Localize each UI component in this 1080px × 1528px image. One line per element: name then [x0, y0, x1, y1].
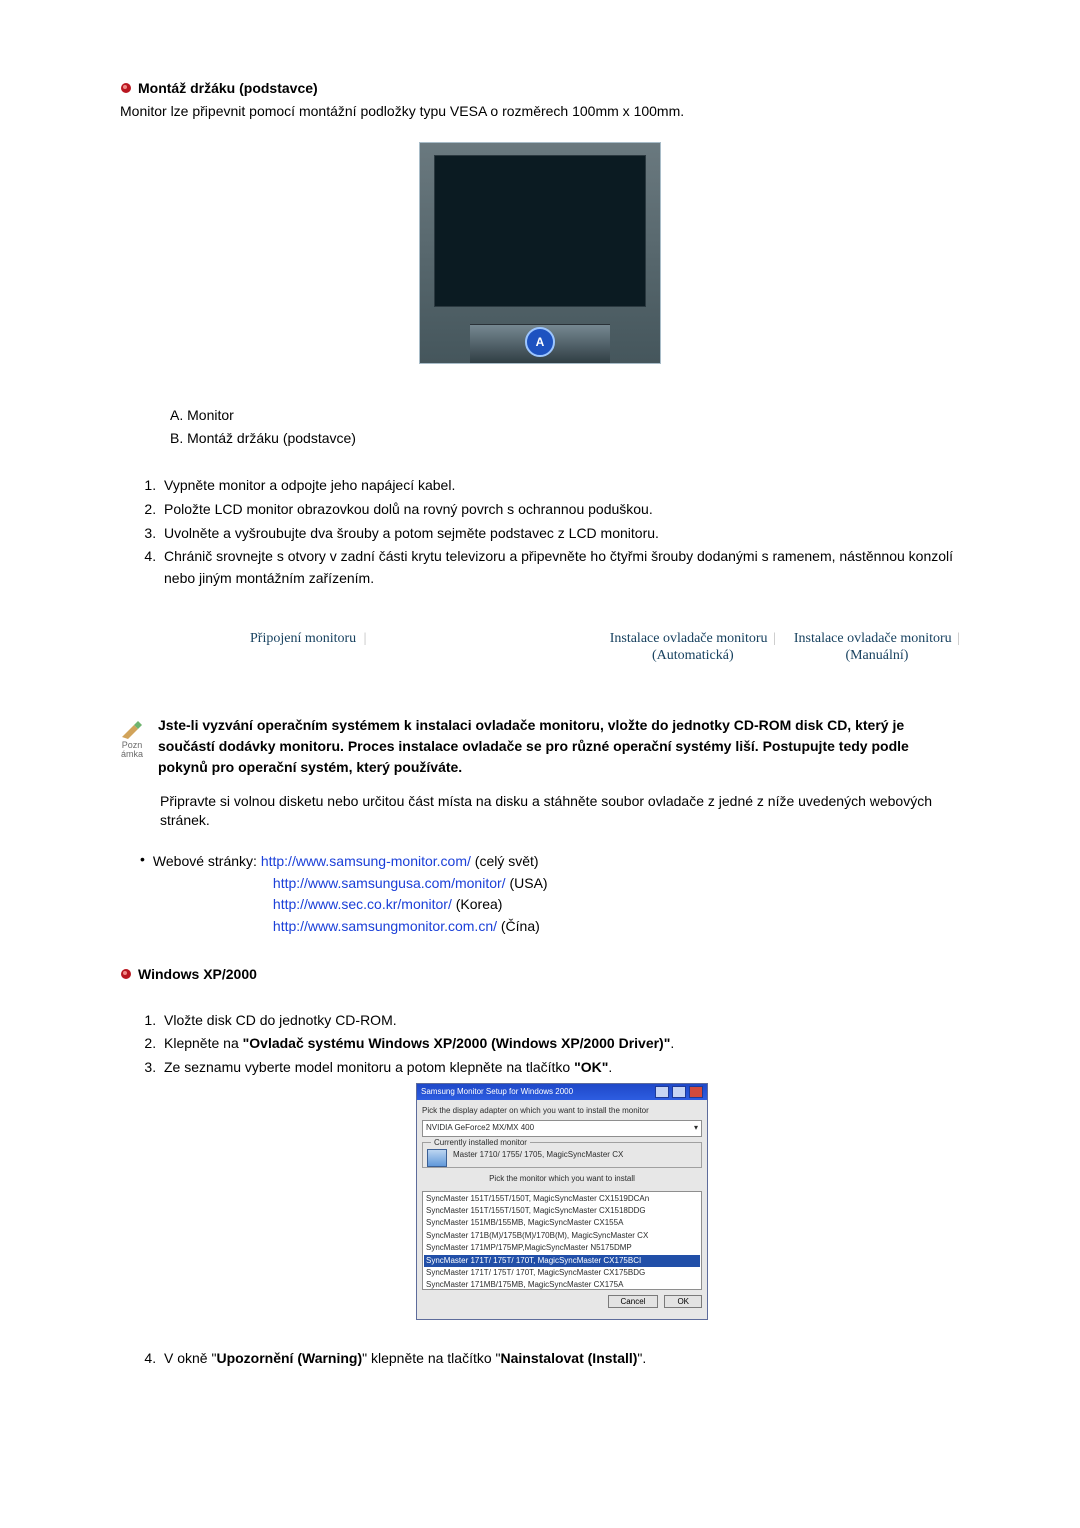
note-row: Pozn ámka Jste-li vyzvání operačním syst… [120, 715, 960, 778]
installer-title: Samsung Monitor Setup for Windows 2000 [421, 1086, 573, 1098]
mount-step-4: Chránič srovnejte s otvory v zadní části… [160, 546, 960, 589]
weblink-3-suffix: (Korea) [456, 896, 503, 912]
currently-installed-text: Master 1710/ 1755/ 1705, MagicSyncMaster… [453, 1150, 623, 1159]
mount-step-3: Uvolněte a vyšroubujte dva šrouby a poto… [160, 523, 960, 545]
note-label: Pozn ámka [120, 741, 144, 760]
monitor-list[interactable]: SyncMaster 151T/155T/150T, MagicSyncMast… [422, 1191, 702, 1290]
list-item[interactable]: SyncMaster 151MB/155MB, MagicSyncMaster … [424, 1217, 700, 1229]
windows-step-1: Vložte disk CD do jednotky CD-ROM. [160, 1010, 960, 1032]
monitor-stand: A [470, 324, 610, 363]
section-heading-mount: Montáž držáku (podstavce) [120, 80, 960, 96]
tab-driver-manual[interactable]: Instalace ovladače monitoru | (Manuální) [794, 630, 960, 665]
windows-step-4-e: ". [637, 1350, 646, 1366]
tab-driver-auto-label: Instalace ovladače monitoru [610, 631, 768, 646]
mount-step-2: Položte LCD monitor obrazovkou dolů na r… [160, 499, 960, 521]
weblink-3[interactable]: http://www.sec.co.kr/monitor/ [273, 896, 452, 912]
tabs-row: Připojení monitoru | Instalace ovladače … [120, 630, 960, 665]
tab-driver-auto[interactable]: Instalace ovladače monitoru | (Automatic… [610, 630, 776, 665]
note-text: Jste-li vyzvání operačním systémem k ins… [158, 715, 960, 778]
installer-line-1: Pick the display adapter on which you wa… [422, 1105, 702, 1117]
tab-driver-auto-sub: (Automatická) [610, 647, 776, 665]
weblink-1-suffix: (celý svět) [475, 853, 539, 869]
list-item[interactable]: SyncMaster 171MP/175MP,MagicSyncMaster N… [424, 1242, 700, 1254]
weblinks-block: Webové stránky: http://www.samsung-monit… [140, 851, 960, 938]
windows-step-3-b: "OK" [574, 1059, 608, 1075]
weblink-2-suffix: (USA) [509, 875, 547, 891]
list-item[interactable]: SyncMaster 151T/155T/150T, MagicSyncMast… [424, 1205, 700, 1217]
chevron-down-icon: ▾ [694, 1122, 698, 1134]
windows-step-4: V okně "Upozornění (Warning)" klepněte n… [160, 1348, 960, 1370]
download-instruction: Připravte si volnou disketu nebo určitou… [120, 792, 960, 831]
windows-step-3: Ze seznamu vyberte model monitoru a poto… [160, 1057, 960, 1320]
windows-step-4-d: Nainstalovat (Install) [501, 1350, 638, 1366]
section-heading-mount-text: Montáž držáku (podstavce) [138, 80, 318, 96]
close-icon[interactable] [689, 1086, 703, 1098]
windows-step-3-a: Ze seznamu vyberte model monitoru a poto… [164, 1059, 574, 1075]
installer-line-2: Pick the monitor which you want to insta… [422, 1173, 702, 1185]
windows-steps-list: Vložte disk CD do jednotky CD-ROM. Klepn… [120, 1010, 960, 1370]
list-item[interactable]: SyncMaster 151T/155T/150T, MagicSyncMast… [424, 1193, 700, 1205]
section-heading-windows-text: Windows XP/2000 [138, 966, 257, 982]
weblink-2[interactable]: http://www.samsungusa.com/monitor/ [273, 875, 506, 891]
tab-driver-manual-label: Instalace ovladače monitoru [794, 631, 952, 646]
monitor-screen [434, 155, 646, 307]
monitor-icon [427, 1149, 447, 1167]
windows-step-2-b: "Ovladač systému Windows XP/2000 (Window… [243, 1035, 671, 1051]
list-item-selected[interactable]: SyncMaster 171T/ 175T/ 170T, MagicSyncMa… [424, 1255, 700, 1267]
bar-icon: | [773, 631, 776, 646]
bar-icon: | [364, 631, 367, 646]
adapter-select-value: NVIDIA GeForce2 MX/MX 400 [426, 1122, 534, 1134]
tab-driver-manual-sub: (Manuální) [794, 647, 960, 665]
windows-step-2-a: Klepněte na [164, 1035, 243, 1051]
windows-step-2: Klepněte na "Ovladač systému Windows XP/… [160, 1033, 960, 1055]
legend-item-a: A. Monitor [170, 404, 960, 428]
cancel-button[interactable]: Cancel [608, 1295, 659, 1308]
adapter-select[interactable]: NVIDIA GeForce2 MX/MX 400 ▾ [422, 1120, 702, 1136]
ok-button[interactable]: OK [664, 1295, 702, 1308]
section-heading-windows: Windows XP/2000 [120, 966, 960, 982]
currently-installed-legend: Currently installed monitor [431, 1137, 530, 1149]
note-icon: Pozn ámka [120, 715, 144, 760]
monitor-figure: A [419, 142, 661, 364]
tab-connection[interactable]: Připojení monitoru | [250, 630, 366, 665]
bullet-icon [120, 968, 132, 980]
bullet-icon [120, 82, 132, 94]
list-item[interactable]: SyncMaster 171T/ 175T/ 170T, MagicSyncMa… [424, 1267, 700, 1279]
mount-step-1: Vypněte monitor a odpojte jeho napájecí … [160, 475, 960, 497]
tab-connection-label: Připojení monitoru [250, 631, 356, 646]
minimize-icon[interactable] [655, 1086, 669, 1098]
figure-label-a: A [525, 327, 555, 357]
legend-list: A. Monitor B. Montáž držáku (podstavce) [170, 404, 960, 452]
windows-step-4-a: V okně " [164, 1350, 216, 1366]
weblink-1[interactable]: http://www.samsung-monitor.com/ [261, 853, 471, 869]
windows-step-3-c: . [608, 1059, 612, 1075]
mount-steps-list: Vypněte monitor a odpojte jeho napájecí … [120, 475, 960, 589]
vesa-intro-text: Monitor lze připevnit pomocí montážní po… [120, 102, 960, 122]
installer-figure: Samsung Monitor Setup for Windows 2000 P… [416, 1083, 708, 1320]
windows-step-2-c: . [670, 1035, 674, 1051]
bar-icon: | [957, 631, 960, 646]
list-item[interactable]: SyncMaster 171MB/175MB, MagicSyncMaster … [424, 1279, 700, 1289]
legend-item-b: B. Montáž držáku (podstavce) [170, 427, 960, 451]
weblink-4-suffix: (Čína) [501, 918, 540, 934]
weblink-4[interactable]: http://www.samsungmonitor.com.cn/ [273, 918, 497, 934]
windows-step-4-b: Upozornění (Warning) [216, 1350, 362, 1366]
list-item[interactable]: SyncMaster 171B(M)/175B(M)/170B(M), Magi… [424, 1230, 700, 1242]
installer-titlebar: Samsung Monitor Setup for Windows 2000 [417, 1084, 707, 1100]
windows-step-4-c: " klepněte na tlačítko " [362, 1350, 500, 1366]
maximize-icon[interactable] [672, 1086, 686, 1098]
currently-installed-group: Currently installed monitor Master 1710/… [422, 1142, 702, 1168]
weblinks-prefix: Webové stránky: [153, 853, 257, 869]
